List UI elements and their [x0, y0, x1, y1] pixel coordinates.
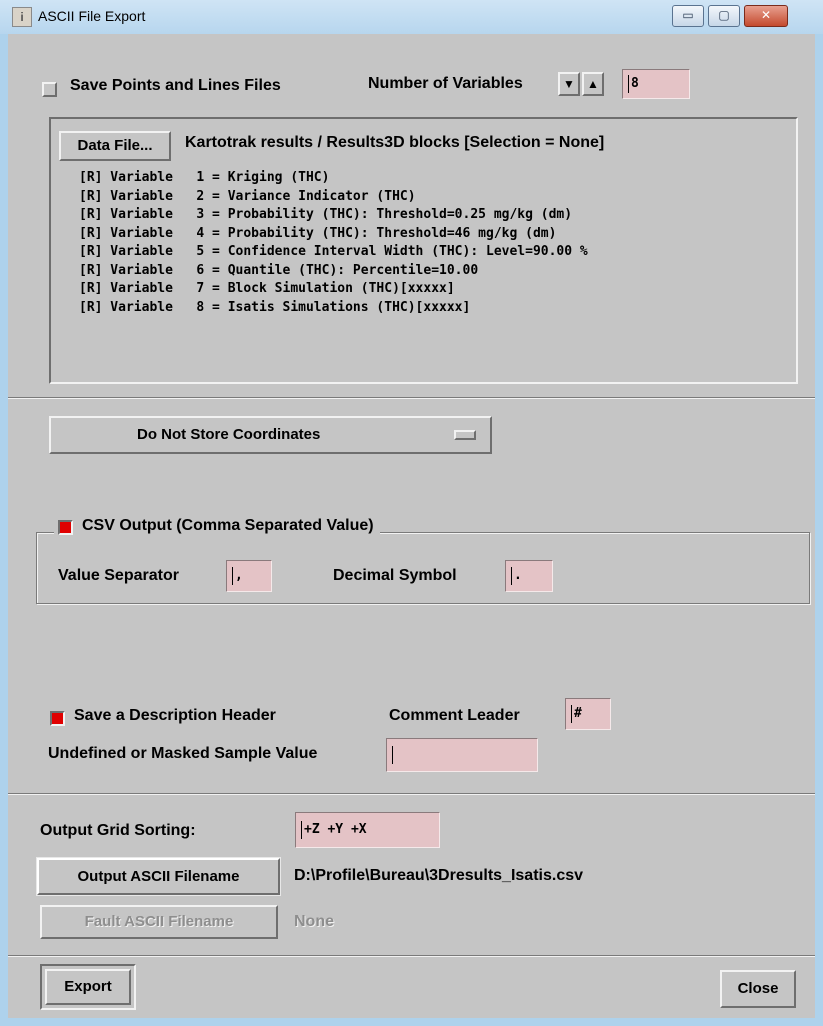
- list-item[interactable]: [R] Variable 1 = Kriging (THC): [79, 169, 588, 188]
- comment-leader-field[interactable]: #: [565, 698, 611, 730]
- list-item[interactable]: [R] Variable 6 = Quantile (THC): Percent…: [79, 262, 588, 281]
- value-separator-field[interactable]: ,: [226, 560, 272, 592]
- data-panel: Data File... Kartotrak results / Results…: [49, 117, 798, 384]
- close-window-button[interactable]: ✕: [744, 5, 788, 27]
- list-item[interactable]: [R] Variable 3 = Probability (THC): Thre…: [79, 206, 588, 225]
- csv-output-label: CSV Output (Comma Separated Value): [82, 517, 374, 534]
- undefined-value-field[interactable]: [386, 738, 538, 772]
- window-title: ASCII File Export: [38, 8, 146, 24]
- minimize-button[interactable]: ▭: [672, 5, 704, 27]
- num-vars-label: Number of Variables: [368, 75, 523, 92]
- text-caret: [392, 745, 393, 764]
- coordinates-option-menu[interactable]: Do Not Store Coordinates: [49, 416, 492, 454]
- data-file-button[interactable]: Data File...: [59, 131, 171, 161]
- app-icon: i: [12, 7, 32, 27]
- num-vars-value: 8: [631, 76, 639, 91]
- separator: [8, 955, 815, 957]
- save-header-label: Save a Description Header: [74, 707, 276, 724]
- close-button[interactable]: Close: [720, 970, 796, 1008]
- grid-sorting-field[interactable]: +Z +Y +X: [295, 812, 440, 848]
- text-caret: [571, 704, 572, 723]
- list-item[interactable]: [R] Variable 8 = Isatis Simulations (THC…: [79, 299, 588, 318]
- save-header-checkbox[interactable]: [50, 711, 65, 726]
- coordinates-option-label: Do Not Store Coordinates: [137, 426, 321, 443]
- save-points-label: Save Points and Lines Files: [70, 77, 281, 94]
- decimal-symbol-label: Decimal Symbol: [333, 567, 457, 584]
- list-item[interactable]: [R] Variable 4 = Probability (THC): Thre…: [79, 225, 588, 244]
- text-caret: [628, 74, 629, 93]
- csv-group-header: CSV Output (Comma Separated Value): [54, 514, 380, 538]
- data-source-label: Kartotrak results / Results3D blocks [Se…: [185, 134, 605, 151]
- maximize-button[interactable]: ▢: [708, 5, 740, 27]
- variable-list[interactable]: [R] Variable 1 = Kriging (THC) [R] Varia…: [79, 169, 588, 317]
- fault-ascii-filename-button[interactable]: Fault ASCII Filename: [40, 905, 278, 939]
- grid-sorting-label: Output Grid Sorting:: [40, 822, 196, 839]
- decimal-symbol-value: .: [514, 568, 522, 583]
- text-caret: [511, 566, 512, 585]
- separator: [8, 397, 815, 399]
- decimal-symbol-field[interactable]: .: [505, 560, 553, 592]
- value-separator-value: ,: [235, 568, 243, 583]
- increment-button[interactable]: ▲: [582, 72, 604, 96]
- output-ascii-filename-button[interactable]: Output ASCII Filename: [37, 858, 280, 895]
- list-item[interactable]: [R] Variable 2 = Variance Indicator (THC…: [79, 188, 588, 207]
- comment-leader-label: Comment Leader: [389, 707, 520, 724]
- list-item[interactable]: [R] Variable 5 = Confidence Interval Wid…: [79, 243, 588, 262]
- num-vars-field[interactable]: 8: [622, 69, 690, 99]
- text-caret: [232, 566, 233, 585]
- option-menu-indicator-icon: [454, 430, 476, 440]
- text-caret: [301, 820, 302, 839]
- save-points-checkbox[interactable]: [42, 82, 57, 97]
- export-button-frame: Export: [40, 964, 136, 1010]
- list-item[interactable]: [R] Variable 7 = Block Simulation (THC)[…: [79, 280, 588, 299]
- grid-sorting-value: +Z +Y +X: [304, 822, 367, 837]
- output-filename-value: D:\Profile\Bureau\3Dresults_Isatis.csv: [294, 867, 584, 884]
- fault-filename-value: None: [294, 913, 334, 930]
- dialog-client: Save Points and Lines Files Number of Va…: [8, 34, 815, 1018]
- export-button[interactable]: Export: [45, 969, 131, 1005]
- decrement-button[interactable]: ▼: [558, 72, 580, 96]
- undefined-value-label: Undefined or Masked Sample Value: [48, 745, 318, 762]
- csv-output-checkbox[interactable]: [58, 520, 73, 535]
- comment-leader-value: #: [574, 706, 582, 721]
- separator: [8, 793, 815, 795]
- title-bar[interactable]: i ASCII File Export ▭ ▢ ✕: [0, 0, 823, 34]
- value-separator-label: Value Separator: [58, 567, 179, 584]
